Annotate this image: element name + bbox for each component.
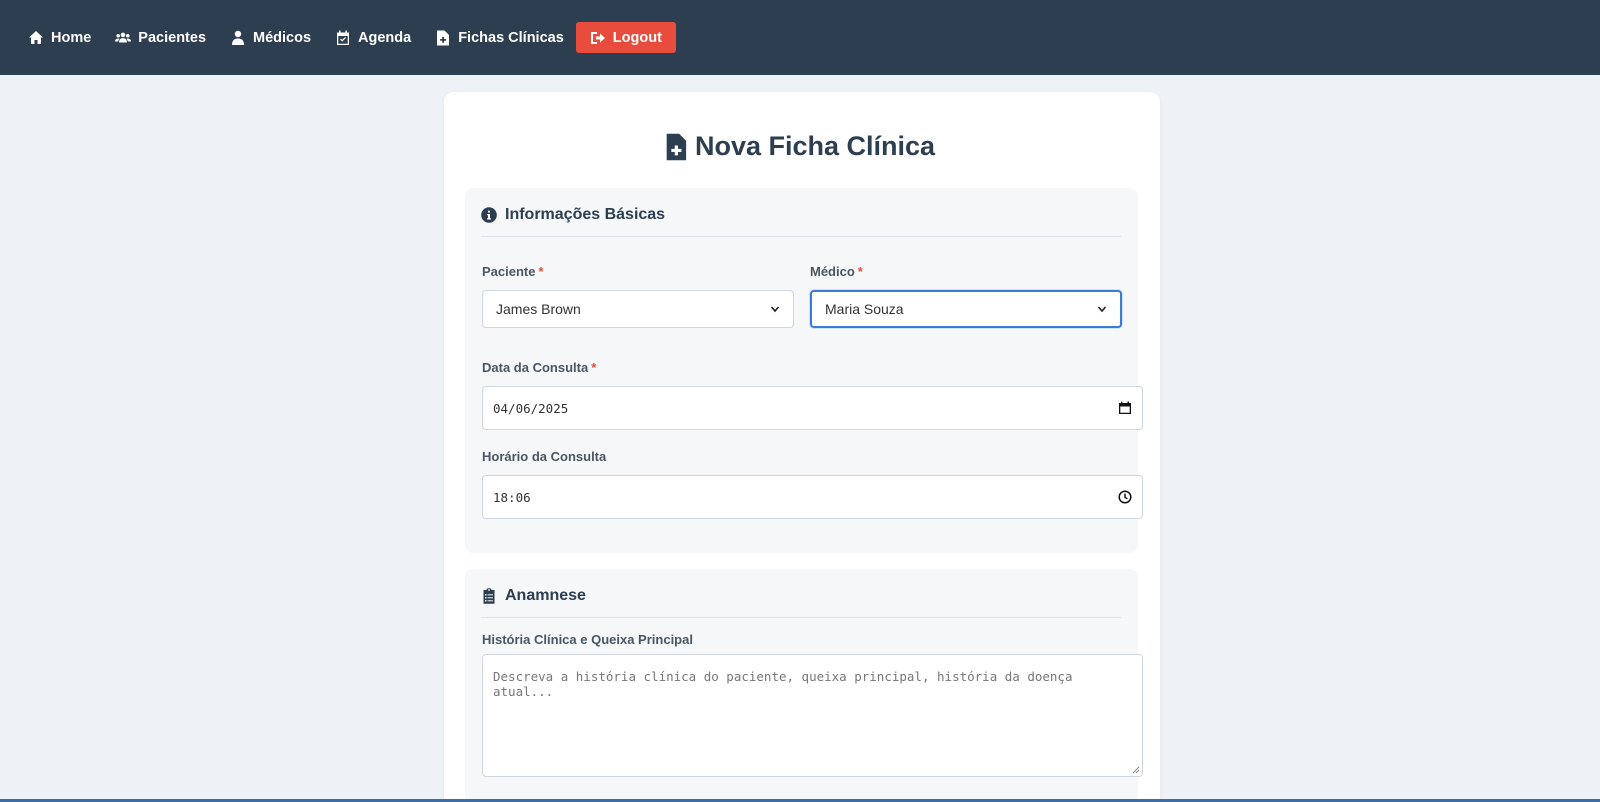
users-icon xyxy=(115,32,132,42)
historia-textarea[interactable]: Descreva a história clínica do paciente,… xyxy=(482,654,1143,777)
nav-fichas-label: Fichas Clínicas xyxy=(458,29,564,46)
logout-label: Logout xyxy=(612,29,662,46)
medico-select-value: Maria Souza xyxy=(825,301,904,317)
resize-handle-icon[interactable] xyxy=(1132,766,1140,774)
calendar-icon[interactable] xyxy=(1118,401,1132,415)
nav-agenda[interactable]: Agenda xyxy=(335,23,411,53)
horario-consulta-input[interactable]: 18:06 xyxy=(482,475,1143,519)
basic-info-title: Informações Básicas xyxy=(505,206,666,223)
nav-home-label: Home xyxy=(51,29,92,46)
page-title: Nova Ficha Clínica xyxy=(0,131,1600,162)
basic-info-header: Informações Básicas xyxy=(481,206,1121,237)
paciente-label: Paciente * xyxy=(482,264,544,279)
info-circle-icon xyxy=(481,207,497,223)
nav-medicos-label: Médicos xyxy=(253,29,312,46)
anamnese-title: Anamnese xyxy=(505,587,586,604)
medico-label: Médico * xyxy=(810,264,863,279)
nav-fichas[interactable]: Fichas Clínicas xyxy=(435,23,564,53)
historia-label: História Clínica e Queixa Principal xyxy=(482,632,693,647)
chevron-down-icon xyxy=(770,306,780,313)
top-navbar: Home Pacientes Médicos Agenda Fichas Clí… xyxy=(0,0,1600,75)
historia-placeholder: Descreva a história clínica do paciente,… xyxy=(493,669,1073,699)
paciente-select[interactable]: James Brown xyxy=(482,290,794,328)
required-marker: * xyxy=(591,360,597,375)
data-consulta-input[interactable]: 04/06/2025 xyxy=(482,386,1143,430)
calendar-check-icon xyxy=(337,30,350,45)
medico-select[interactable]: Maria Souza xyxy=(810,290,1122,328)
nav-agenda-label: Agenda xyxy=(358,29,412,46)
file-medical-icon xyxy=(437,30,450,45)
nav-medicos[interactable]: Médicos xyxy=(230,23,311,53)
chevron-down-icon xyxy=(1097,306,1107,313)
required-marker: * xyxy=(538,264,544,279)
data-consulta-value: 04/06/2025 xyxy=(493,400,569,416)
anamnese-header: Anamnese xyxy=(481,587,1121,618)
logout-icon xyxy=(590,31,605,44)
nav-home[interactable]: Home xyxy=(28,23,91,53)
file-medical-icon xyxy=(666,133,687,160)
data-consulta-label: Data da Consulta * xyxy=(482,360,597,375)
paciente-select-value: James Brown xyxy=(496,301,581,317)
page-title-text: Nova Ficha Clínica xyxy=(694,131,936,161)
nav-pacientes-label: Pacientes xyxy=(138,29,207,46)
clipboard-list-icon xyxy=(483,588,495,604)
nav-pacientes[interactable]: Pacientes xyxy=(115,23,206,53)
horario-consulta-label: Horário da Consulta xyxy=(482,449,607,464)
required-marker: * xyxy=(857,264,863,279)
home-icon xyxy=(29,30,43,44)
logout-button[interactable]: Logout xyxy=(575,22,676,53)
horario-consulta-value: 18:06 xyxy=(493,489,531,505)
doctor-icon xyxy=(232,30,245,45)
clock-icon[interactable] xyxy=(1118,490,1132,504)
